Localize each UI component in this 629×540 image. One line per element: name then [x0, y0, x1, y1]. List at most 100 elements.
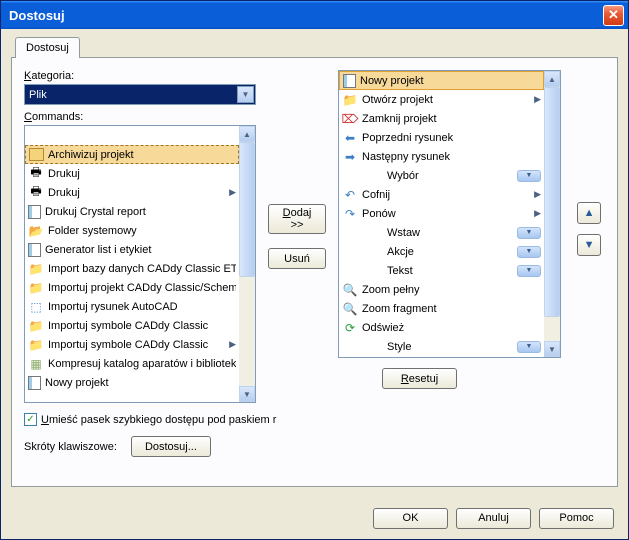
- right-column: Nowy projekt📁Otwórz projekt▶ ⌦ Zamknij pro…: [338, 70, 561, 403]
- item-label: Style: [387, 341, 513, 353]
- cancel-button[interactable]: Anuluj: [456, 508, 531, 529]
- add-button[interactable]: Dodaj >>: [268, 204, 326, 234]
- dropdown-pill-icon[interactable]: ▼: [517, 170, 541, 182]
- list-item[interactable]: 📁 Importuj projekt CADdy Classic/Schem: [25, 278, 239, 297]
- category-combo[interactable]: Plik ▼: [24, 84, 256, 105]
- item-label: Ponów: [362, 208, 530, 220]
- lower-area: ✓ Umieść pasek szybkiego dostępu pod pas…: [24, 413, 605, 457]
- dropdown-pill-icon[interactable]: ▼: [517, 265, 541, 277]
- list-item[interactable]: ⬚Importuj rysunek AutoCAD: [25, 297, 239, 316]
- document-icon: [28, 376, 41, 390]
- submenu-arrow-icon: ▶: [229, 339, 236, 350]
- close-icon[interactable]: ✕: [603, 5, 624, 26]
- item-label: Następny rysunek: [362, 151, 541, 163]
- submenu-arrow-icon: ▶: [229, 187, 236, 198]
- blank-icon: [367, 244, 383, 260]
- scroll-thumb[interactable]: [544, 87, 560, 317]
- scrollbar-right[interactable]: ▲ ▼: [544, 71, 560, 357]
- list-item[interactable]: 📁Importuj symbole CADdy Classic: [25, 316, 239, 335]
- list-item[interactable]: Wybór ▼: [339, 166, 544, 185]
- help-button[interactable]: Pomoc: [539, 508, 614, 529]
- commands-listbox[interactable]: Archiwizuj projekt🖶Drukuj🖶Drukuj▶Drukuj …: [24, 125, 256, 403]
- list-item[interactable]: ⟳Odśwież: [339, 318, 544, 337]
- list-item[interactable]: 🔍 Zoom fragment: [339, 299, 544, 318]
- document-icon: [28, 205, 41, 219]
- prev-icon: ⬅: [342, 130, 358, 146]
- tab-customize[interactable]: Dostosuj: [15, 37, 80, 58]
- window-title: Dostosuj: [9, 8, 603, 23]
- remove-button[interactable]: Usuń: [268, 248, 326, 269]
- list-item[interactable]: ⌦ Zamknij projekt: [339, 109, 544, 128]
- list-item[interactable]: ↷Ponów▶: [339, 204, 544, 223]
- item-label: Drukuj Crystal report: [45, 206, 236, 218]
- print-icon: 🖶: [28, 185, 44, 201]
- list-item[interactable]: 📂Folder systemowy: [25, 221, 239, 240]
- move-up-button[interactable]: ▲: [577, 202, 601, 224]
- item-label: Wybór: [387, 170, 513, 182]
- list-item[interactable]: Generator list i etykiet: [25, 240, 239, 259]
- scroll-up-icon[interactable]: ▲: [544, 71, 560, 87]
- tab-strip: Dostosuj: [11, 37, 618, 58]
- import-icon: 📁: [28, 261, 44, 277]
- titlebar[interactable]: Dostosuj ✕: [1, 1, 628, 29]
- item-label: Zoom fragment: [362, 303, 541, 315]
- list-item[interactable]: 🖶 Drukuj ▶: [25, 183, 239, 202]
- blank-icon: [367, 168, 383, 184]
- list-item[interactable]: 🔍Zoom pełny: [339, 280, 544, 299]
- checkbox-quick-access[interactable]: ✓: [24, 413, 37, 426]
- print-icon: 🖶: [28, 166, 44, 182]
- item-label: Generator list i etykiet: [45, 244, 236, 256]
- item-label: Import bazy danych CADdy Classic ET: [48, 263, 236, 275]
- item-label: Importuj symbole CADdy Classic: [48, 320, 236, 332]
- ok-button[interactable]: OK: [373, 508, 448, 529]
- list-item[interactable]: Wstaw▼: [339, 223, 544, 242]
- mid-column: Dodaj >> Usuń: [268, 70, 326, 403]
- toolbar-listbox[interactable]: Nowy projekt📁Otwórz projekt▶ ⌦ Zamknij pro…: [338, 70, 561, 358]
- shortcuts-customize-button[interactable]: Dostosuj...: [131, 436, 211, 457]
- archive-icon: [29, 148, 44, 161]
- arrows-column: ▲ ▼: [573, 70, 605, 403]
- scroll-thumb[interactable]: [239, 142, 255, 277]
- list-item[interactable]: 🖶Drukuj: [25, 164, 239, 183]
- dropdown-pill-icon[interactable]: ▼: [517, 341, 541, 353]
- list-item[interactable]: Akcje▼: [339, 242, 544, 261]
- shortcuts-row: Skróty klawiszowe: Dostosuj...: [24, 436, 605, 457]
- scroll-down-icon[interactable]: ▼: [239, 386, 255, 402]
- item-label: Zamknij projekt: [362, 113, 541, 125]
- list-item[interactable]: ↶Cofnij▶: [339, 185, 544, 204]
- dropdown-pill-icon[interactable]: ▼: [517, 246, 541, 258]
- chevron-down-icon[interactable]: ▼: [237, 86, 254, 103]
- item-label: Importuj projekt CADdy Classic/Schem: [48, 282, 236, 294]
- list-item[interactable]: Nowy projekt: [25, 373, 239, 392]
- checkbox-row[interactable]: ✓ Umieść pasek szybkiego dostępu pod pas…: [24, 413, 605, 426]
- list-item[interactable]: Tekst▼: [339, 261, 544, 280]
- import-icon: 📁: [28, 337, 44, 353]
- import-icon: 📁: [28, 280, 44, 296]
- scrollbar-left[interactable]: ▲ ▼: [239, 126, 255, 402]
- zoom-icon: 🔍: [342, 282, 358, 298]
- folder-icon: 📁: [342, 92, 358, 108]
- list-item[interactable]: Drukuj Crystal report: [25, 202, 239, 221]
- list-item[interactable]: 📁 Import bazy danych CADdy Classic ET: [25, 259, 239, 278]
- list-item[interactable]: Archiwizuj projekt: [25, 145, 239, 164]
- close-doc-icon: ⌦: [342, 111, 358, 127]
- customize-dialog: Dostosuj ✕ Dostosuj Kategoria: Plik ▼ Co…: [0, 0, 629, 540]
- list-item[interactable]: 📁Importuj symbole CADdy Classic▶: [25, 335, 239, 354]
- list-item[interactable]: Nowy projekt: [339, 71, 544, 90]
- list-item[interactable]: ➡ Następny rysunek: [339, 147, 544, 166]
- scroll-up-icon[interactable]: ▲: [239, 126, 255, 142]
- list-item[interactable]: [25, 126, 239, 145]
- zoom-icon: 🔍: [342, 301, 358, 317]
- next-icon: ➡: [342, 149, 358, 165]
- item-label: Drukuj: [48, 187, 225, 199]
- item-label: Nowy projekt: [45, 377, 236, 389]
- reset-button[interactable]: Resetuj: [382, 368, 457, 389]
- list-item[interactable]: ▦Kompresuj katalog aparatów i bibliotek: [25, 354, 239, 373]
- list-item[interactable]: 📁Otwórz projekt▶: [339, 90, 544, 109]
- move-down-button[interactable]: ▼: [577, 234, 601, 256]
- blank-icon: [367, 225, 383, 241]
- list-item[interactable]: Style ▼: [339, 337, 544, 356]
- dropdown-pill-icon[interactable]: ▼: [517, 227, 541, 239]
- scroll-down-icon[interactable]: ▼: [544, 341, 560, 357]
- list-item[interactable]: ⬅Poprzedni rysunek: [339, 128, 544, 147]
